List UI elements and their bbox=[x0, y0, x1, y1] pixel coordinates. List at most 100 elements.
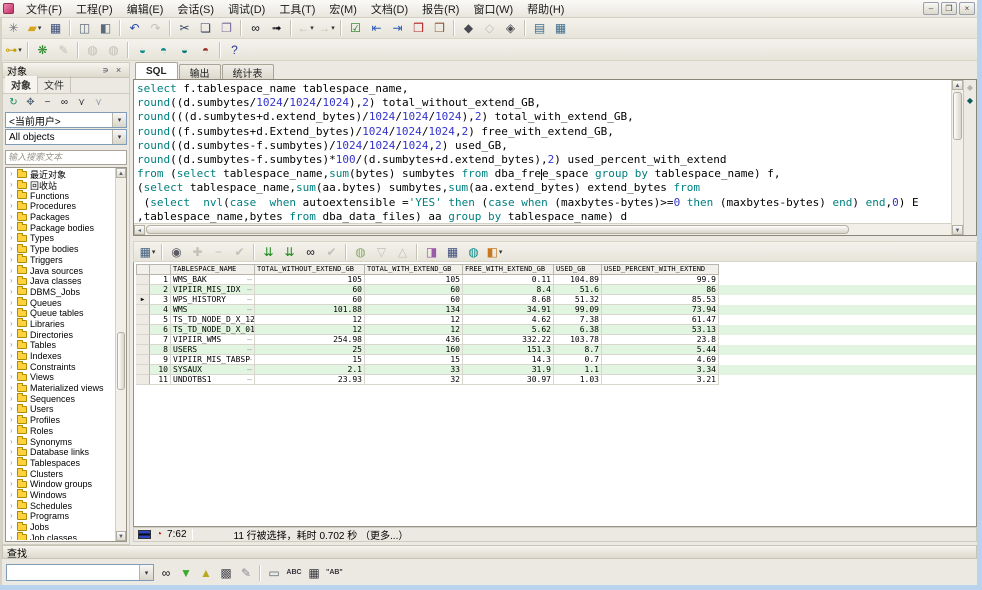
grid-cell[interactable]: 99.9 bbox=[602, 275, 719, 285]
expander-icon[interactable]: › bbox=[10, 245, 17, 253]
grid-cell[interactable]: 73.94 bbox=[602, 305, 719, 315]
object-tree[interactable]: ›最近对象›回收站›Functions›Procedures›Packages›… bbox=[5, 167, 127, 542]
tree-item[interactable]: ›Programs bbox=[7, 511, 114, 522]
tree-scrollbar[interactable]: ▲ ▼ bbox=[115, 168, 126, 541]
grid-options-button[interactable]: ▦▾ bbox=[137, 243, 158, 261]
menu-item[interactable]: 报告(R) bbox=[415, 3, 466, 17]
tree-item[interactable]: ›Procedures bbox=[7, 201, 114, 212]
column-header[interactable]: FREE_WITH_EXTEND_GB bbox=[463, 264, 554, 275]
tree-item[interactable]: ›Types bbox=[7, 233, 114, 244]
expander-icon[interactable]: › bbox=[10, 363, 17, 371]
grid-cell[interactable]: 5.44 bbox=[602, 345, 719, 355]
tree-item[interactable]: ›Windows bbox=[7, 490, 114, 501]
editor-horizontal-scrollbar[interactable]: ◂ bbox=[134, 223, 951, 235]
tree-item[interactable]: ›Queue tables bbox=[7, 308, 114, 319]
grid-cell[interactable]: 23.8 bbox=[602, 335, 719, 345]
grid-cell[interactable]: 8.68 bbox=[463, 295, 554, 305]
grid-cell[interactable]: USERS bbox=[171, 345, 255, 355]
change-root-button[interactable]: ✥ bbox=[22, 95, 39, 110]
find-button[interactable]: ∞ bbox=[245, 19, 266, 37]
grid-cell[interactable]: 1.1 bbox=[554, 365, 602, 375]
find-text-button[interactable]: ∞ bbox=[156, 564, 176, 582]
stop-document-button[interactable]: ❒ bbox=[408, 19, 429, 37]
table-row[interactable]: 5TS_TD_NODE_D_X_1212124.627.3861.47 bbox=[136, 315, 976, 325]
expander-icon[interactable]: › bbox=[10, 512, 17, 520]
grid-cell[interactable]: 4.62 bbox=[463, 315, 554, 325]
scroll-up-icon[interactable]: ▲ bbox=[116, 168, 126, 178]
new-window-button[interactable]: ✳ bbox=[3, 19, 24, 37]
fetch-last-page-button[interactable]: ⇊ bbox=[279, 243, 300, 261]
tree-item[interactable]: ›Triggers bbox=[7, 255, 114, 266]
close-button[interactable]: × bbox=[959, 2, 975, 15]
undo-button[interactable]: ↶ bbox=[124, 19, 145, 37]
grid-cell[interactable]: 12 bbox=[365, 315, 463, 325]
expander-icon[interactable]: › bbox=[10, 267, 17, 275]
grid-cell[interactable]: 51.32 bbox=[554, 295, 602, 305]
menu-item[interactable]: 窗口(W) bbox=[466, 3, 520, 17]
search-input[interactable] bbox=[5, 150, 127, 165]
tree-item[interactable]: ›Schedules bbox=[7, 500, 114, 511]
grid-cell[interactable]: 30.97 bbox=[463, 375, 554, 385]
tree-item[interactable]: ›Database links bbox=[7, 447, 114, 458]
grid-cell[interactable]: 105 bbox=[365, 275, 463, 285]
tree-item[interactable]: ›Clusters bbox=[7, 468, 114, 479]
commit-button[interactable]: ◆ bbox=[458, 19, 479, 37]
chevron-down-icon[interactable]: ▾ bbox=[139, 565, 153, 580]
window-list-button[interactable]: ▦ bbox=[550, 19, 571, 37]
tree-item[interactable]: ›Tables bbox=[7, 340, 114, 351]
outdent-button[interactable]: ⇥ bbox=[387, 19, 408, 37]
break-execution-button[interactable]: ◈ bbox=[500, 19, 521, 37]
paste-button[interactable]: ❐ bbox=[216, 19, 237, 37]
grid-cell[interactable]: 5.62 bbox=[463, 325, 554, 335]
export-data-button[interactable]: ◍ bbox=[350, 243, 371, 261]
tree-item[interactable]: ›Indexes bbox=[7, 351, 114, 362]
expander-icon[interactable]: › bbox=[10, 373, 17, 381]
grid-cell[interactable]: 3.34 bbox=[602, 365, 719, 375]
tree-item[interactable]: ›Type bodies bbox=[7, 244, 114, 255]
single-record-view-button[interactable]: ◨ bbox=[421, 243, 442, 261]
tree-item[interactable]: ›最近对象 bbox=[7, 169, 114, 180]
tree-item[interactable]: ›DBMS_Jobs bbox=[7, 287, 114, 298]
grid-style-button[interactable]: ◧▾ bbox=[484, 243, 505, 261]
grid-cell[interactable]: 436 bbox=[365, 335, 463, 345]
layers-button[interactable]: ▤ bbox=[529, 19, 550, 37]
grid-cell[interactable]: 53.13 bbox=[602, 325, 719, 335]
tree-item[interactable]: ›Package bodies bbox=[7, 222, 114, 233]
table-row[interactable]: 1WMS_BAK1051050.11104.8999.9 bbox=[136, 275, 976, 285]
tree-item[interactable]: ›Queues bbox=[7, 297, 114, 308]
find-input[interactable] bbox=[7, 566, 139, 579]
minimize-button[interactable]: – bbox=[923, 2, 939, 15]
select-region-button[interactable]: ▭ bbox=[264, 564, 284, 582]
grid-cell[interactable]: 34.91 bbox=[463, 305, 554, 315]
editor-vertical-scrollbar[interactable]: ▲ ▼ bbox=[951, 80, 963, 235]
marker-button[interactable]: ✎ bbox=[236, 564, 256, 582]
menu-item[interactable]: 会话(S) bbox=[170, 3, 221, 17]
tree-item[interactable]: ›Packages bbox=[7, 212, 114, 223]
table-row[interactable]: 10SYSAUX2.13331.91.13.34 bbox=[136, 365, 976, 375]
fetch-next-page-button[interactable]: ⇊ bbox=[258, 243, 279, 261]
grid-cell[interactable]: 151.3 bbox=[463, 345, 554, 355]
grid-cell[interactable]: 60 bbox=[365, 295, 463, 305]
grid-cell[interactable]: VIPIIR_MIS_IDX bbox=[171, 285, 255, 295]
cut-button[interactable]: ✂ bbox=[174, 19, 195, 37]
scroll-down-icon[interactable]: ▼ bbox=[952, 225, 963, 235]
sql-editor[interactable]: select f.tablespace_name tablespace_name… bbox=[134, 80, 951, 223]
configure-button[interactable]: ❋ bbox=[32, 41, 53, 59]
find-next-button[interactable]: ➟ bbox=[266, 19, 287, 37]
find-previous-up-button[interactable]: ▲ bbox=[196, 564, 216, 582]
grid-cell[interactable]: 2.1 bbox=[255, 365, 365, 375]
pin-panel-button[interactable]: ∍ bbox=[99, 64, 112, 77]
grid-cell[interactable]: 105 bbox=[255, 275, 365, 285]
table-row[interactable]: 8USERS25160151.38.75.44 bbox=[136, 345, 976, 355]
column-header[interactable]: TOTAL_WITH_EXTEND_GB bbox=[365, 264, 463, 275]
print-preview-button[interactable]: ◧ bbox=[95, 19, 116, 37]
tree-item[interactable]: ›Window groups bbox=[7, 479, 114, 490]
table-row[interactable]: 4WMS101.8813434.9199.0973.94 bbox=[136, 305, 976, 315]
grid-cell[interactable]: UNDOTBS1 bbox=[171, 375, 255, 385]
table-row[interactable]: 7VIPIIR_WMS254.98436332.22103.7823.8 bbox=[136, 335, 976, 345]
grid-cell[interactable]: TS_TD_NODE_D_X_01 bbox=[171, 325, 255, 335]
lock-record-button[interactable]: ◉ bbox=[166, 243, 187, 261]
logon-button[interactable]: ⊶▾ bbox=[3, 41, 24, 59]
grid-cell[interactable]: 60 bbox=[255, 295, 365, 305]
nav-down-icon[interactable]: ◆ bbox=[967, 96, 973, 105]
